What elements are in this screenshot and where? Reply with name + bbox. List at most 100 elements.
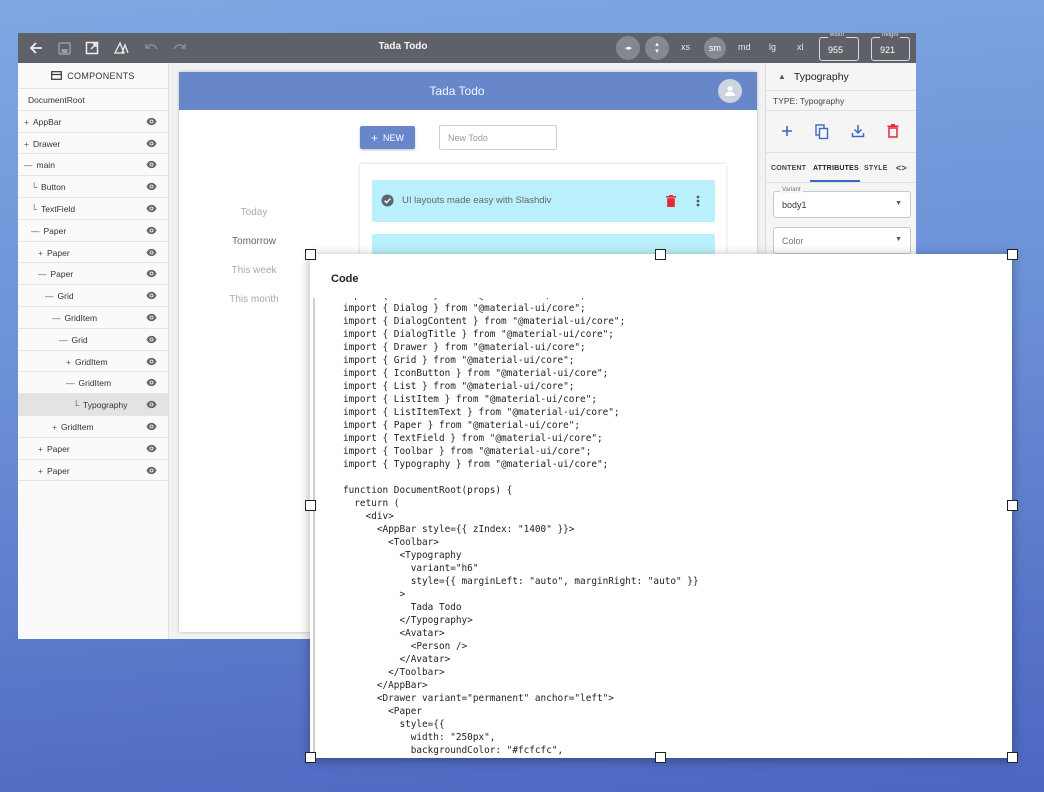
resize-handle-top-right[interactable] (1007, 249, 1018, 260)
resize-handle-bottom[interactable] (655, 752, 666, 763)
tree-expander[interactable]: + (38, 248, 43, 258)
breakpoint-xl[interactable]: xl (797, 42, 804, 52)
visibility-icon[interactable] (146, 421, 157, 432)
height-field[interactable]: height 921 (871, 33, 910, 61)
delete-icon[interactable] (666, 195, 676, 207)
drawer-item-tomorrow[interactable]: Tomorrow (179, 236, 329, 247)
properties-header[interactable]: ▲ Typography (766, 63, 916, 91)
tree-item-paper[interactable]: — Paper (18, 220, 168, 242)
variant-select[interactable]: Variant body1 ▼ (773, 187, 911, 218)
theme-icon[interactable] (112, 39, 130, 57)
tree-expander[interactable]: + (52, 422, 57, 432)
tab-style[interactable]: STYLE (864, 165, 888, 172)
tree-item-grid[interactable]: — Grid (18, 329, 168, 351)
download-icon[interactable] (851, 124, 867, 140)
copy-icon[interactable] (815, 124, 831, 140)
new-todo-input[interactable]: New Todo (439, 125, 557, 150)
tree-item-paper[interactable]: + Paper (18, 438, 168, 460)
tree-expander[interactable]: — (38, 269, 47, 279)
redo-icon[interactable] (171, 39, 189, 57)
tree-item-button[interactable]: └ Button (18, 176, 168, 198)
tree-item-griditem[interactable]: + GridItem (18, 416, 168, 438)
breakpoint-md[interactable]: md (738, 42, 751, 52)
open-external-icon[interactable] (83, 39, 101, 57)
visibility-icon[interactable] (146, 247, 157, 258)
add-icon[interactable] (780, 124, 796, 140)
collapse-up-icon[interactable]: ▲ (778, 72, 786, 81)
tab-content[interactable]: CONTENT (771, 165, 806, 172)
visibility-icon[interactable] (146, 225, 157, 236)
tree-item-griditem[interactable]: + GridItem (18, 351, 168, 373)
visibility-icon[interactable] (146, 377, 157, 388)
visibility-icon[interactable] (146, 159, 157, 170)
tree-expander[interactable]: — (52, 313, 61, 323)
breakpoint-sm[interactable]: sm (704, 37, 726, 59)
tree-item-documentroot[interactable]: DocumentRoot (18, 89, 168, 111)
resize-handle-top-left[interactable] (305, 249, 316, 260)
resize-handle-right[interactable] (1007, 500, 1018, 511)
visibility-icon[interactable] (146, 443, 157, 454)
tab-code[interactable]: <> (896, 163, 907, 173)
tree-item-text: GridItem (64, 312, 98, 323)
tree-item-griditem[interactable]: — GridItem (18, 307, 168, 329)
resize-handle-bottom-left[interactable] (305, 752, 316, 763)
tree-item-textfield[interactable]: └ TextField (18, 198, 168, 220)
tree-item-typography[interactable]: └ Typography (18, 394, 168, 416)
tree-item-appbar[interactable]: + AppBar (18, 111, 168, 133)
visibility-icon[interactable] (146, 290, 157, 301)
visibility-icon[interactable] (146, 116, 157, 127)
fit-height-button[interactable]: ▴ ▾ (645, 36, 669, 60)
tree-expander[interactable]: — (45, 291, 54, 301)
avatar[interactable] (718, 79, 742, 103)
tree-expander[interactable]: — (24, 160, 33, 170)
visibility-icon[interactable] (146, 203, 157, 214)
resize-handle-left[interactable] (305, 500, 316, 511)
drawer-item-this-week[interactable]: This week (179, 265, 329, 276)
tree-expander[interactable]: └ (31, 204, 37, 214)
todo-item[interactable]: UI layouts made easy with Slashdiv (372, 180, 715, 222)
tree-item-paper[interactable]: + Paper (18, 242, 168, 264)
tree-item-paper[interactable]: — Paper (18, 263, 168, 286)
preview-appbar[interactable]: Tada Todo (179, 72, 757, 110)
tree-item-grid[interactable]: — Grid (18, 285, 168, 307)
visibility-icon[interactable] (146, 399, 157, 410)
color-select[interactable]: Color ▼ (773, 227, 911, 254)
visibility-icon[interactable] (146, 356, 157, 367)
undo-icon[interactable] (142, 39, 160, 57)
tree-expander[interactable]: + (38, 466, 43, 476)
new-todo-button[interactable]: + NEW (360, 126, 415, 149)
visibility-icon[interactable] (146, 334, 157, 345)
drawer-item-today[interactable]: Today (179, 207, 329, 218)
breakpoint-lg[interactable]: lg (769, 42, 776, 52)
width-field[interactable]: width 955 (819, 33, 859, 61)
tree-expander[interactable]: — (59, 335, 68, 345)
visibility-icon[interactable] (146, 268, 157, 279)
tree-expander[interactable]: — (66, 378, 75, 388)
visibility-icon[interactable] (146, 465, 157, 476)
tree-expander[interactable]: └ (31, 182, 37, 192)
resize-handle-bottom-right[interactable] (1007, 752, 1018, 763)
drawer-item-this-month[interactable]: This month (179, 294, 329, 305)
code-scroll-area[interactable]: import { Button } from "@material-ui/cor… (313, 298, 1008, 758)
tree-item-paper[interactable]: + Paper (18, 460, 168, 482)
tree-expander[interactable]: + (24, 139, 29, 149)
save-icon[interactable] (55, 39, 73, 57)
tree-item-griditem[interactable]: — GridItem (18, 372, 168, 395)
visibility-icon[interactable] (146, 181, 157, 192)
tab-attributes[interactable]: ATTRIBUTES (813, 165, 859, 172)
tree-expander[interactable]: + (24, 117, 29, 127)
back-arrow-icon[interactable] (27, 39, 45, 57)
visibility-icon[interactable] (146, 138, 157, 149)
tree-expander[interactable]: + (66, 357, 71, 367)
tree-item-drawer[interactable]: + Drawer (18, 133, 168, 155)
breakpoint-xs[interactable]: xs (681, 42, 690, 52)
tree-expander[interactable]: — (31, 226, 40, 236)
delete-component-icon[interactable] (887, 124, 903, 140)
tree-expander[interactable]: + (38, 444, 43, 454)
tree-expander[interactable]: └ (73, 400, 79, 410)
tree-item-main[interactable]: — main (18, 154, 168, 177)
fit-width-button[interactable]: ◂ ▸ (616, 36, 640, 60)
resize-handle-top[interactable] (655, 249, 666, 260)
visibility-icon[interactable] (146, 312, 157, 323)
more-vert-icon[interactable] (696, 195, 700, 207)
